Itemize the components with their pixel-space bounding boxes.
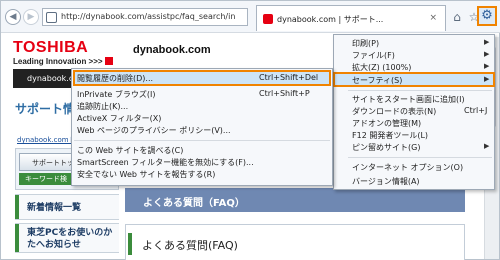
back-arrow-icon[interactable]: ◀ [5,9,21,25]
menu-item-label: 追跡防止(K)... [77,102,129,111]
menu-item-label: ActiveX フィルター(X) [77,114,162,123]
menu-item-label: 閲覧履歴の削除(D)... [77,74,154,83]
menu-item-label: アドオンの管理(M) [352,119,422,128]
tab-title: dynabook.com | サポート... [277,15,384,24]
menu-item-inprivate[interactable]: InPrivate ブラウズ(I) Ctrl+Shift+P [72,88,332,100]
faq-heading-marker [128,233,132,255]
menu-item-file[interactable]: ファイル(F) ▶ [334,49,494,61]
favicon-icon [263,14,273,24]
safety-submenu: 閲覧履歴の削除(D)... Ctrl+Shift+Del InPrivate ブ… [71,68,333,186]
faq-heading: よくある質問(FAQ) [142,239,238,252]
faq-heading-box: よくある質問(FAQ) [125,224,465,260]
menu-item-label: InPrivate ブラウズ(I) [77,90,156,99]
menu-item-privacy-policy[interactable]: Web ページのプライバシー ポリシー(V)... [72,124,332,136]
menu-item-f12[interactable]: F12 開発者ツール(L) [334,129,494,141]
menu-separator [74,140,330,141]
menu-item-label: F12 開発者ツール(L) [352,131,429,140]
close-tab-icon[interactable]: × [429,13,437,23]
menu-item-print[interactable]: 印刷(P) ▶ [334,37,494,49]
slogan-mark-icon [104,57,113,65]
address-text[interactable]: http://dynabook.com/assistpc/faq_search/… [61,12,247,21]
menu-item-label: Web ページのプライバシー ポリシー(V)... [77,126,231,135]
menu-item-check-website[interactable]: この Web サイトを調べる(C) [72,144,332,156]
slogan: Leading Innovation >>> [13,57,113,66]
submenu-arrow-icon: ▶ [484,50,490,58]
menu-item-downloads[interactable]: ダウンロードの表示(N) Ctrl+J [334,105,494,117]
side-link-label: 新着情報一覧 [27,203,82,213]
submenu-arrow-icon: ▶ [484,75,490,83]
menu-item-add-to-start[interactable]: サイトをスタート画面に追加(I) [334,93,494,105]
slogan-text: Leading Innovation >>> [13,57,103,66]
menu-item-addons[interactable]: アドオンの管理(M) [334,117,494,129]
menu-item-label: セーフティ(S) [352,76,403,85]
side-link-news[interactable]: 新着情報一覧 [15,194,119,220]
browser-tab[interactable]: dynabook.com | サポート... × [256,5,446,31]
submenu-arrow-icon: ▶ [484,62,490,70]
menu-item-shortcut: Ctrl+Shift+Del [259,73,319,82]
side-link-notice[interactable]: 東芝PCをお使いのかたへお知らせ [15,223,119,253]
tools-menu: 印刷(P) ▶ ファイル(F) ▶ 拡大(Z) (100%) ▶ セーフティ(S… [333,34,495,190]
menu-item-delete-history[interactable]: 閲覧履歴の削除(D)... Ctrl+Shift+Del [73,70,331,86]
menu-item-label: 印刷(P) [352,39,380,48]
page-icon [46,12,57,23]
faq-banner: よくある質問（FAQ） [125,188,465,212]
submenu-arrow-icon: ▶ [484,38,490,46]
menu-item-label: ピン留めサイト(G) [352,143,421,152]
menu-item-label: この Web サイトを調べる(C) [77,146,184,155]
menu-item-about[interactable]: バージョン情報(A) [334,175,494,187]
menu-item-label: SmartScreen フィルター機能を無効にする(F)... [77,158,254,167]
submenu-arrow-icon: ▶ [484,142,490,150]
side-link-marker [15,195,19,219]
forward-arrow-icon[interactable]: ▶ [23,9,39,25]
menu-item-label: インターネット オプション(O) [352,163,464,172]
menu-item-shortcut: Ctrl+J [464,106,488,115]
faq-banner-text: よくある質問（FAQ） [143,198,245,209]
side-link-label: 東芝PCをお使いのかたへお知らせ [27,228,113,250]
menu-item-disable-smartscreen[interactable]: SmartScreen フィルター機能を無効にする(F)... [72,156,332,168]
menu-item-label: バージョン情報(A) [352,177,420,186]
menu-separator [348,157,492,158]
menu-item-internet-options[interactable]: インターネット オプション(O) [334,161,494,173]
address-bar[interactable]: http://dynabook.com/assistpc/faq_search/… [42,8,248,26]
browser-window: ◀ ▶ http://dynabook.com/assistpc/faq_sea… [0,0,500,260]
menu-item-label: 安全でない Web サイトを報告する(R) [77,170,216,179]
menu-item-pinned-sites[interactable]: ピン留めサイト(G) ▶ [334,141,494,153]
browser-toolbar: ◀ ▶ http://dynabook.com/assistpc/faq_sea… [1,1,500,33]
keyword-search-label: キーワード検 [25,175,67,183]
side-link-marker [15,224,19,252]
menu-item-report-unsafe[interactable]: 安全でない Web サイトを報告する(R) [72,168,332,180]
menu-item-label: ダウンロードの表示(N) [352,107,437,116]
menu-item-safety[interactable]: セーフティ(S) ▶ [333,72,495,87]
home-icon[interactable]: ⌂ [450,10,464,24]
menu-item-label: サイトをスタート画面に追加(I) [352,95,465,104]
menu-separator [348,90,492,91]
menu-item-tracking-protection[interactable]: 追跡防止(K)... [72,100,332,112]
toshiba-logo[interactable]: TOSHIBA [13,39,88,57]
menu-item-activex-filter[interactable]: ActiveX フィルター(X) [72,112,332,124]
menu-item-shortcut: Ctrl+Shift+P [259,89,310,98]
gear-icon[interactable]: ⚙ [477,6,497,26]
site-name[interactable]: dynabook.com [133,44,211,56]
menu-item-label: ファイル(F) [352,51,395,60]
